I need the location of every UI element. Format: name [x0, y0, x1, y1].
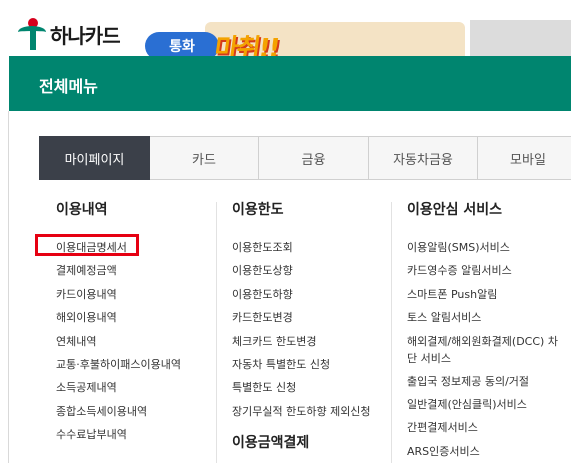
column-heading: 이용한도	[232, 202, 284, 218]
menu-item-safe-click[interactable]: 일반결제(안심클릭)서비스	[407, 393, 567, 416]
tab-mobile[interactable]: 모바일	[478, 136, 571, 180]
panel-edge	[0, 111, 9, 463]
menu-item-limit-increase[interactable]: 이용한도상향	[232, 259, 382, 282]
menu-item-special-limit[interactable]: 특별한도 신청	[232, 376, 382, 399]
usage-history-column: 이용내역 이용대금명세서 결제예정금액 카드이용내역 해외이용내역 연체내역 교…	[56, 200, 206, 447]
menu-item-overseas-usage[interactable]: 해외이용내역	[56, 306, 206, 329]
menu-item-check-card-limit[interactable]: 체크카드 한도변경	[232, 330, 382, 353]
safe-usage-column: 이용안심 서비스 이용알림(SMS)서비스 카드영수증 알림서비스 스마트폰 P…	[407, 200, 567, 463]
menu-item-income-tax[interactable]: 종합소득세이용내역	[56, 400, 206, 423]
menu-item-income-deduction[interactable]: 소득공제내역	[56, 376, 206, 399]
menu-item-push-alert[interactable]: 스마트폰 Push알림	[407, 283, 567, 306]
menu-item-card-limit-change[interactable]: 카드한도변경	[232, 306, 382, 329]
column-subheading: 이용금액결제	[232, 435, 310, 452]
promo-banner[interactable]: 통화 마취!!	[145, 22, 465, 58]
site-header: 하나카드 통화 마취!!	[0, 0, 571, 58]
menu-item-limit-decrease[interactable]: 이용한도하향	[232, 283, 382, 306]
menu-item-fee-payment[interactable]: 수수료납부내역	[56, 423, 206, 446]
banner-promo-text: 마취!!	[212, 34, 281, 58]
tab-finance[interactable]: 금융	[259, 136, 369, 180]
menu-item-dcc-block[interactable]: 해외결제/해외원화결제(DCC) 차단 서비스	[407, 330, 567, 370]
menu-item-transit-hipass[interactable]: 교통·후불하이패스이용내역	[56, 353, 206, 376]
menu-item-scheduled-payment[interactable]: 결제예정금액	[56, 259, 206, 282]
tab-auto-finance[interactable]: 자동차금융	[369, 136, 478, 180]
header-placeholder	[470, 20, 571, 58]
menu-item-toss-alert[interactable]: 토스 알림서비스	[407, 306, 567, 329]
menu-item-receipt-alert[interactable]: 카드영수증 알림서비스	[407, 259, 567, 282]
brand-name: 하나카드	[50, 23, 121, 48]
column-heading: 이용내역	[56, 202, 108, 218]
menu-item-statement[interactable]: 이용대금명세서	[56, 236, 206, 259]
column-divider	[216, 202, 217, 463]
usage-limit-column: 이용한도 이용한도조회 이용한도상향 이용한도하향 카드한도변경 체크카드 한도…	[232, 200, 382, 452]
menu-item-card-usage[interactable]: 카드이용내역	[56, 283, 206, 306]
full-menu-header: 전체메뉴	[9, 56, 571, 111]
hana-card-logo[interactable]: 하나카드	[18, 16, 121, 52]
menu-tabs: 마이페이지 카드 금융 자동차금융 모바일	[39, 136, 571, 180]
column-divider	[391, 202, 392, 463]
menu-item-dormant-limit-exclusion[interactable]: 장기무실적 한도하향 제외신청	[232, 400, 382, 423]
menu-item-limit-inquiry[interactable]: 이용한도조회	[232, 236, 382, 259]
menu-item-ars-auth[interactable]: ARS인증서비스	[407, 440, 567, 463]
full-menu-title: 전체메뉴	[39, 77, 98, 96]
menu-item-simple-pay[interactable]: 간편결제서비스	[407, 416, 567, 439]
banner-tag: 통화	[145, 32, 219, 58]
hana-logo-icon	[18, 18, 46, 50]
menu-item-immigration-consent[interactable]: 출입국 정보제공 동의/거절	[407, 370, 567, 393]
column-heading: 이용안심 서비스	[407, 202, 503, 218]
menu-item-auto-special-limit[interactable]: 자동차 특별한도 신청	[232, 353, 382, 376]
tab-mypage[interactable]: 마이페이지	[39, 136, 150, 180]
menu-item-sms-alert[interactable]: 이용알림(SMS)서비스	[407, 236, 567, 259]
tab-card[interactable]: 카드	[150, 136, 259, 180]
menu-item-overdue[interactable]: 연체내역	[56, 330, 206, 353]
